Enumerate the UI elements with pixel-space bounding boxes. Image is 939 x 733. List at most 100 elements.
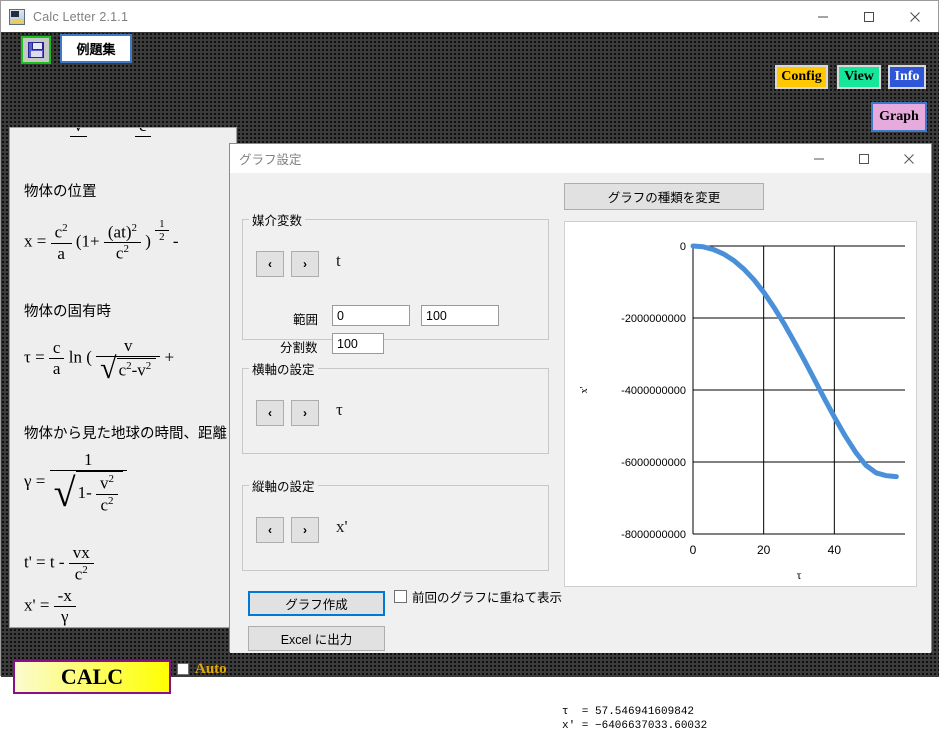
- formula-heading-earthview: 物体から見た地球の時間、距離: [24, 426, 227, 442]
- chart-tick-labels: 0 -2000000000 -4000000000 -6000000000 -80000…: [621, 241, 841, 557]
- auto-label: Auto: [195, 661, 227, 677]
- range-max-input[interactable]: [421, 305, 499, 326]
- chart-series-line: [690, 243, 899, 480]
- window-controls: [800, 1, 938, 32]
- result-values: τ = 57.546941609842 x' = −6406637033.600…: [562, 705, 707, 733]
- formula-gamma-eq: γ =: [24, 471, 46, 491]
- dialog-close-icon[interactable]: [886, 144, 931, 173]
- toolbar: 例題集 Config View Info Graph: [1, 32, 939, 132]
- svg-text:0: 0: [680, 241, 686, 253]
- formula-ln: ln (: [68, 347, 92, 367]
- formula-tprime: t' = t - vx c2: [24, 543, 94, 585]
- parameter-group-legend: 媒介変数: [252, 214, 303, 228]
- formula-heading-propertime: 物体の固有時: [24, 304, 111, 320]
- result-line-tau: τ = 57.546941609842: [562, 706, 695, 718]
- formula-x-eq: x =: [24, 231, 47, 251]
- divisions-label: 分割数: [280, 341, 318, 355]
- app-title: Calc Letter 2.1.1: [33, 9, 129, 24]
- formula-xprime: x' = -x γ: [24, 586, 76, 627]
- formula-v2-over-c2: v2 c2: [95, 473, 118, 515]
- maximize-icon[interactable]: [846, 1, 892, 32]
- view-button[interactable]: View: [837, 65, 881, 89]
- graph-panel[interactable]: 0 -2000000000 -4000000000 -6000000000 -80000…: [564, 221, 917, 587]
- save-button[interactable]: [21, 36, 51, 64]
- range-min-input[interactable]: [332, 305, 410, 326]
- formula-v-over-sqrt: v √ c2-v2: [96, 336, 161, 385]
- formula-c-over-a: c a: [48, 338, 65, 379]
- calc-button[interactable]: CALC: [13, 660, 171, 694]
- dialog-body: 媒介変数 ‹ › t 範囲 分割数 横軸の設定 ‹ › τ: [230, 173, 931, 732]
- formula-x-exponent: 1 2: [155, 218, 169, 243]
- dialog-minimize-icon[interactable]: [796, 144, 841, 173]
- chart-xaxis-label: τ: [797, 568, 802, 582]
- application-background: 例題集 Config View Info Graph v c 物体の位置 x =…: [1, 32, 939, 732]
- result-line-xprime: x' = −6406637033.60032: [562, 720, 708, 732]
- yaxis-next-button[interactable]: ›: [291, 517, 319, 543]
- floppy-disk-icon: [28, 42, 44, 58]
- export-excel-button[interactable]: Excel に出力: [248, 626, 385, 651]
- formula-one-over-sqrt: 1 √ 1- v2 c2: [49, 450, 127, 516]
- formula-tprime-eq: t' = t -: [24, 552, 65, 572]
- dialog-maximize-icon[interactable]: [841, 144, 886, 173]
- param-prev-button[interactable]: ‹: [256, 251, 284, 277]
- dialog-window-controls: [796, 144, 931, 173]
- xaxis-group-legend: 横軸の設定: [252, 363, 315, 377]
- formula-x-minus: -: [172, 231, 179, 251]
- range-label: 範囲: [293, 313, 319, 327]
- xaxis-group: 横軸の設定 ‹ › τ: [242, 359, 549, 454]
- formula-partial-top: v c: [70, 128, 151, 157]
- formula-partial-v: v: [70, 128, 87, 157]
- graph-button[interactable]: Graph: [871, 102, 927, 132]
- formula-x-close: ): [145, 231, 151, 251]
- formula-xprime-eq: x' =: [24, 595, 50, 615]
- divisions-input[interactable]: [332, 333, 384, 354]
- formula-tau-eq: τ =: [24, 347, 45, 367]
- formula-propertime: τ = c a ln ( v √ c2-v2 +: [24, 336, 175, 385]
- formula-vx-over-c2: vx c2: [68, 543, 94, 585]
- formula-gamma: γ = 1 √ 1- v2 c2: [24, 450, 127, 515]
- overlay-checkbox[interactable]: [394, 590, 407, 603]
- graph-chart: 0 -2000000000 -4000000000 -6000000000 -80000…: [579, 241, 905, 582]
- chart-yaxis-label: x': [579, 386, 590, 393]
- svg-text:-6000000000: -6000000000: [621, 457, 686, 469]
- info-button[interactable]: Info: [888, 65, 926, 89]
- yaxis-group-legend: 縦軸の設定: [252, 480, 315, 494]
- svg-text:-8000000000: -8000000000: [621, 529, 686, 541]
- formula-position: x = c2 a (1+ (at)2 c2 ) 1 2 -: [24, 218, 179, 264]
- yaxis-group: 縦軸の設定 ‹ › x': [242, 476, 549, 571]
- change-graph-type-button[interactable]: グラフの種類を変更: [564, 183, 764, 210]
- param-variable-label: t: [336, 251, 341, 270]
- overlay-label: 前回のグラフに重ねて表示: [412, 591, 563, 605]
- xaxis-next-button[interactable]: ›: [291, 400, 319, 426]
- param-next-button[interactable]: ›: [291, 251, 319, 277]
- config-button[interactable]: Config: [775, 65, 828, 89]
- chart-gridlines: [692, 245, 905, 535]
- xaxis-variable-label: τ: [336, 400, 343, 419]
- close-icon[interactable]: [892, 1, 938, 32]
- sqrt-icon: √: [100, 352, 117, 385]
- app-icon: [9, 8, 25, 25]
- svg-text:40: 40: [828, 543, 842, 557]
- window-titlebar: Calc Letter 2.1.1: [1, 1, 938, 32]
- svg-text:-4000000000: -4000000000: [621, 385, 686, 397]
- yaxis-variable-label: x': [336, 517, 348, 536]
- xaxis-prev-button[interactable]: ‹: [256, 400, 284, 426]
- formula-partial-c: c: [135, 128, 151, 157]
- svg-text:20: 20: [757, 543, 771, 557]
- application-window: Calc Letter 2.1.1 例題集 Config View Info G…: [0, 0, 939, 732]
- formula-x-open: (1+: [75, 231, 100, 251]
- example-collection-button[interactable]: 例題集: [60, 34, 132, 63]
- yaxis-prev-button[interactable]: ‹: [256, 517, 284, 543]
- auto-checkbox[interactable]: [177, 663, 189, 675]
- svg-text:-2000000000: -2000000000: [621, 313, 686, 325]
- parameter-variable-group: 媒介変数 ‹ › t 範囲 分割数: [242, 210, 549, 355]
- minimize-icon[interactable]: [800, 1, 846, 32]
- formula-tau-plus: +: [164, 347, 175, 367]
- sqrt-icon: √: [53, 470, 76, 516]
- svg-text:0: 0: [690, 543, 697, 557]
- formula-negx-over-gamma: -x γ: [53, 586, 76, 627]
- make-graph-button[interactable]: グラフ作成: [248, 591, 385, 616]
- graph-settings-dialog: グラフ設定 媒介変数 ‹ › t 範囲 0 100 分割数 100 横軸の設定 …: [229, 143, 932, 732]
- dialog-title: グラフ設定: [239, 153, 302, 167]
- formula-panel[interactable]: v c 物体の位置 x = c2 a (1+ (at)2 c2 ) 1: [9, 127, 237, 628]
